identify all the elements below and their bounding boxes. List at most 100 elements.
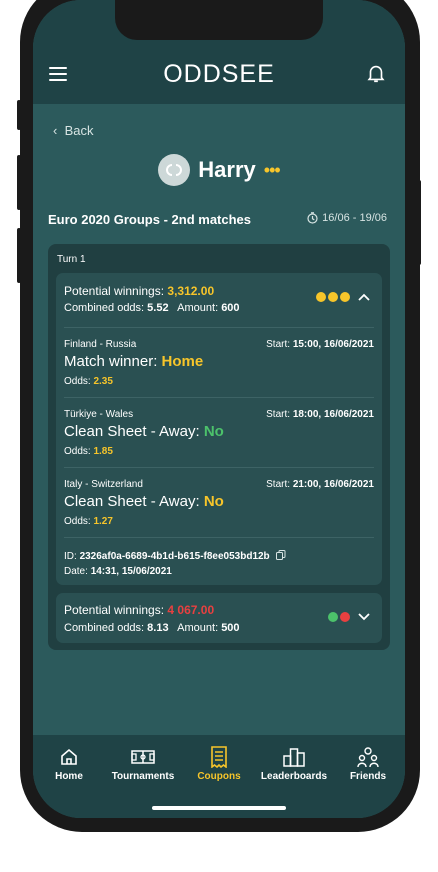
- oddsee-logo-icon: [166, 164, 183, 176]
- potential-winnings-value: 4 067.00: [167, 603, 215, 617]
- app-screen: ODDSEE ‹ Back Harry ••• Euro 2020 Groups…: [33, 0, 405, 818]
- market-pick: Home: [161, 353, 204, 370]
- username: Harry: [198, 157, 256, 182]
- potential-winnings-value: 3,312.00: [167, 284, 215, 298]
- turn-card: Turn 1 Potential winnings: 3,312.00 Comb…: [48, 244, 390, 650]
- amount-label: Amount:: [177, 302, 219, 314]
- nav-label: Home: [55, 771, 83, 782]
- coupon-icon: [211, 746, 227, 768]
- match-start-value: 18:00, 16/06/2021: [292, 409, 374, 420]
- nav-label: Coupons: [197, 771, 241, 782]
- combined-odds-label: Combined odds:: [64, 622, 145, 634]
- divider: [64, 537, 374, 538]
- coupon-summary: Combined odds: 8.13 Amount: 500: [64, 622, 240, 634]
- match-start-value: 15:00, 16/06/2021: [292, 339, 374, 350]
- nav-item-home[interactable]: Home: [47, 745, 91, 782]
- odds-value: 1.85: [93, 446, 113, 457]
- coupon-status-indicators: [328, 612, 370, 622]
- home-indicator[interactable]: [152, 806, 286, 810]
- match-start-label: Start:: [266, 479, 291, 490]
- chevron-left-icon: ‹: [53, 123, 65, 138]
- chevron-up-icon[interactable]: [358, 293, 370, 301]
- back-button[interactable]: ‹ Back: [53, 123, 93, 138]
- phone-side-button: [417, 180, 421, 265]
- odds-label: Odds:: [64, 516, 91, 527]
- match-row: Türkiye - Wales Start: 18:00, 16/06/2021…: [64, 409, 374, 461]
- amount-value: 500: [221, 622, 240, 634]
- coupon-date-value: 14:31, 15/06/2021: [90, 566, 172, 577]
- tournament-title: Euro 2020 Groups - 2nd matches: [48, 212, 252, 227]
- combined-odds-value: 5.52: [147, 302, 169, 314]
- match-start: Start: 18:00, 16/06/2021: [266, 409, 374, 420]
- potential-winnings-label: Potential winnings:: [64, 603, 165, 617]
- coupon-date-label: Date:: [64, 566, 88, 577]
- check-won-icon: [328, 612, 338, 622]
- odds-label: Odds:: [64, 376, 91, 387]
- match-odds: Odds: 2.35: [64, 376, 113, 387]
- match-start: Start: 15:00, 16/06/2021: [266, 339, 374, 350]
- phone-side-button: [17, 155, 21, 210]
- match-start-label: Start:: [266, 339, 291, 350]
- potential-winnings-label: Potential winnings:: [64, 284, 165, 298]
- coupon-id-value: 2326af0a-6689-4b1d-b615-f8ee053bd12b: [79, 551, 270, 562]
- coupon-card[interactable]: Potential winnings: 4 067.00 Combined od…: [56, 593, 382, 643]
- market-label: Match winner:: [64, 353, 162, 370]
- nav-item-leaderboards[interactable]: Leaderboards: [255, 745, 333, 782]
- avatar[interactable]: [158, 154, 191, 186]
- user-header: Harry •••: [33, 154, 405, 186]
- status-dots-icon: •••: [263, 159, 281, 180]
- coupon-summary: Combined odds: 5.52 Amount: 600: [64, 302, 240, 314]
- odds-value: 1.27: [93, 516, 113, 527]
- match-start-value: 21:00, 16/06/2021: [292, 479, 374, 490]
- phone-notch: [115, 0, 323, 40]
- turn-label: Turn 1: [57, 254, 86, 265]
- combined-odds-value: 8.13: [147, 622, 169, 634]
- friends-icon: [357, 747, 379, 768]
- divider: [64, 467, 374, 468]
- phone-side-button: [17, 100, 21, 130]
- odds-value: 2.35: [93, 376, 113, 387]
- potential-winnings: Potential winnings: 4 067.00: [64, 603, 214, 617]
- match-market: Clean Sheet - Away: No: [64, 423, 224, 440]
- match-odds: Odds: 1.27: [64, 516, 113, 527]
- match-start-label: Start:: [266, 409, 291, 420]
- match-row: Italy - Switzerland Start: 21:00, 16/06/…: [64, 479, 374, 531]
- app-logo: ODDSEE: [163, 60, 275, 88]
- podium-icon: [283, 748, 305, 767]
- match-odds: Odds: 1.85: [64, 446, 113, 457]
- nav-item-tournaments[interactable]: Tournaments: [105, 745, 181, 782]
- back-label: Back: [64, 123, 94, 138]
- match-teams: Türkiye - Wales: [64, 409, 134, 420]
- coupon-status-indicators: [316, 292, 370, 302]
- match-teams: Italy - Switzerland: [64, 479, 143, 490]
- coupon-date: Date: 14:31, 15/06/2021: [64, 566, 172, 577]
- match-start: Start: 21:00, 16/06/2021: [266, 479, 374, 490]
- phone-side-button: [17, 228, 21, 283]
- date-range-text: 16/06 - 19/06: [322, 212, 387, 224]
- tournament-date-range: 16/06 - 19/06: [306, 212, 387, 224]
- hourglass-pending-icon: [340, 292, 350, 302]
- coupon-id: ID: 2326af0a-6689-4b1d-b615-f8ee053bd12b: [64, 550, 286, 562]
- nav-item-coupons[interactable]: Coupons: [189, 745, 249, 782]
- divider: [64, 397, 374, 398]
- cross-lost-icon: [340, 612, 350, 622]
- copy-icon[interactable]: [276, 550, 286, 560]
- amount-value: 600: [221, 302, 240, 314]
- combined-odds-label: Combined odds:: [64, 302, 145, 314]
- nav-item-friends[interactable]: Friends: [345, 745, 391, 782]
- divider: [64, 327, 374, 328]
- home-icon: [61, 748, 77, 765]
- match-teams: Finland - Russia: [64, 339, 137, 350]
- hourglass-pending-icon: [316, 292, 326, 302]
- nav-label: Leaderboards: [260, 771, 328, 782]
- coupon-card[interactable]: Potential winnings: 3,312.00 Combined od…: [56, 273, 382, 585]
- bell-icon[interactable]: [365, 62, 387, 84]
- match-row: Finland - Russia Start: 15:00, 16/06/202…: [64, 339, 374, 391]
- chevron-down-icon[interactable]: [358, 613, 370, 621]
- nav-label: Friends: [349, 771, 387, 782]
- amount-label: Amount:: [177, 622, 219, 634]
- market-label: Clean Sheet - Away:: [64, 493, 204, 510]
- coupon-id-label: ID:: [64, 551, 77, 562]
- market-label: Clean Sheet - Away:: [64, 423, 204, 440]
- match-market: Match winner: Home: [64, 353, 203, 370]
